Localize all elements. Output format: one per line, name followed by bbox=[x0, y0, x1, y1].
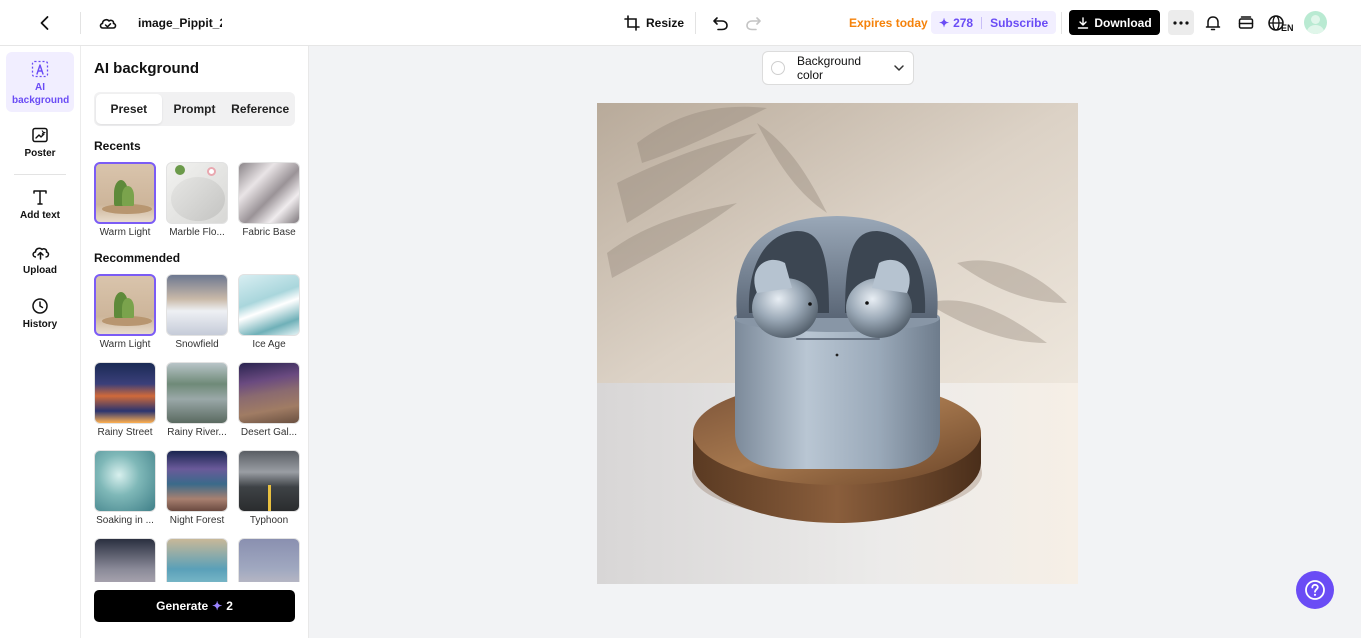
language-button[interactable]: EN bbox=[1267, 0, 1294, 46]
more-horizontal-icon bbox=[1173, 20, 1189, 25]
question-mark-icon bbox=[1305, 580, 1325, 600]
inbox-icon bbox=[1238, 16, 1254, 29]
earbuds-photo bbox=[597, 103, 1078, 584]
sparkle-icon: ✦ bbox=[212, 599, 223, 613]
rail-item-ai-background[interactable]: AI background bbox=[6, 52, 74, 112]
download-icon bbox=[1078, 16, 1089, 29]
recents-heading: Recents bbox=[94, 139, 141, 153]
credits-pill[interactable]: ✦ 278 Subscribe bbox=[931, 11, 1057, 34]
sparkle-icon: ✦ bbox=[939, 15, 950, 30]
preset-rainy-river[interactable]: Rainy River... bbox=[166, 362, 228, 438]
redo-button[interactable] bbox=[745, 0, 762, 46]
preset-ice-age[interactable]: Ice Age bbox=[238, 274, 300, 350]
preset-fabric-base[interactable]: Fabric Base bbox=[238, 162, 300, 238]
preset-soaking[interactable]: Soaking in ... bbox=[94, 450, 156, 526]
tab-prompt[interactable]: Prompt bbox=[162, 94, 228, 124]
back-button[interactable] bbox=[36, 0, 54, 46]
inbox-button[interactable] bbox=[1237, 0, 1255, 46]
preset-misc-2[interactable] bbox=[166, 538, 228, 582]
more-options-button[interactable] bbox=[1168, 10, 1194, 35]
rail-item-add-text[interactable]: Add text bbox=[6, 188, 74, 222]
mode-tabs: Preset Prompt Reference bbox=[94, 92, 295, 126]
generate-cost: 2 bbox=[226, 599, 233, 613]
chevron-down-icon bbox=[894, 65, 904, 71]
ai-background-panel: AI background Preset Prompt Reference Re… bbox=[81, 46, 309, 638]
help-button[interactable] bbox=[1296, 571, 1334, 609]
preset-rainy-street[interactable]: Rainy Street bbox=[94, 362, 156, 438]
preset-warm-light[interactable]: Warm Light bbox=[94, 274, 156, 350]
history-icon bbox=[32, 298, 48, 314]
file-name[interactable]: image_Pippit_20 bbox=[138, 0, 222, 46]
preset-marble-floor[interactable]: Marble Flo... bbox=[166, 162, 228, 238]
tool-rail: AI background Poster Add text Upload His… bbox=[0, 46, 81, 638]
background-color-button[interactable]: Background color bbox=[762, 51, 914, 85]
notifications-button[interactable] bbox=[1204, 0, 1222, 46]
redo-icon bbox=[746, 17, 761, 31]
generate-button[interactable]: Generate ✦ 2 bbox=[94, 590, 295, 622]
preset-misc-1[interactable] bbox=[94, 538, 156, 582]
panel-title: AI background bbox=[94, 60, 200, 77]
crop-icon bbox=[624, 15, 640, 31]
product-image[interactable] bbox=[597, 103, 1078, 584]
ai-background-icon bbox=[31, 60, 49, 78]
preset-desert-galaxy[interactable]: Desert Gal... bbox=[238, 362, 300, 438]
subscribe-link[interactable]: Subscribe bbox=[990, 16, 1048, 30]
top-bar: image_Pippit_20 Resize Expires today ✦ 2… bbox=[0, 0, 1361, 46]
poster-icon bbox=[32, 127, 48, 143]
tab-reference[interactable]: Reference bbox=[227, 94, 293, 124]
preset-typhoon[interactable]: Typhoon bbox=[238, 450, 300, 526]
expires-label: Expires today bbox=[849, 16, 928, 30]
undo-button[interactable] bbox=[712, 0, 729, 46]
bell-icon bbox=[1205, 16, 1221, 31]
preset-warm-light[interactable]: Warm Light bbox=[94, 162, 156, 238]
user-avatar[interactable] bbox=[1304, 11, 1327, 34]
chevron-left-icon bbox=[40, 16, 49, 30]
preset-night-forest[interactable]: Night Forest bbox=[166, 450, 228, 526]
tab-preset[interactable]: Preset bbox=[96, 94, 162, 124]
resize-button[interactable]: Resize bbox=[624, 0, 684, 46]
rail-item-poster[interactable]: Poster bbox=[6, 126, 74, 160]
preset-snowfield[interactable]: Snowfield bbox=[166, 274, 228, 350]
download-button[interactable]: Download bbox=[1069, 10, 1160, 35]
text-icon bbox=[33, 190, 47, 205]
preset-misc-3[interactable] bbox=[238, 538, 300, 582]
recommended-heading: Recommended bbox=[94, 251, 181, 265]
language-code: EN bbox=[1281, 22, 1294, 33]
rail-item-history[interactable]: History bbox=[6, 297, 74, 331]
rail-item-upload[interactable]: Upload bbox=[6, 243, 74, 277]
cloud-sync-icon[interactable] bbox=[98, 0, 118, 46]
color-swatch bbox=[771, 61, 785, 75]
undo-icon bbox=[713, 17, 728, 31]
upload-icon bbox=[32, 247, 50, 260]
preset-scroll-area[interactable]: AI background Preset Prompt Reference Re… bbox=[81, 46, 309, 582]
credits-count: 278 bbox=[953, 15, 974, 30]
